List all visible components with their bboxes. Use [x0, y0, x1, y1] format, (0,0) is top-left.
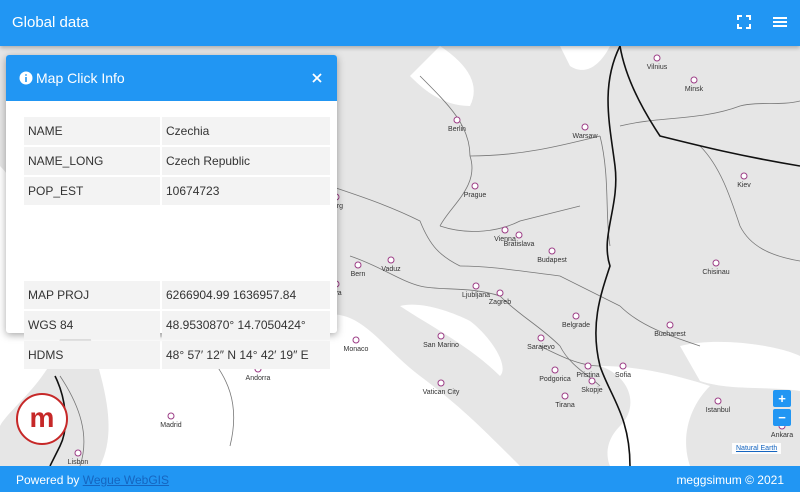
fullscreen-icon[interactable]: [735, 13, 755, 33]
city-label: Vatican City: [422, 389, 460, 396]
menu-icon[interactable]: [771, 13, 791, 33]
city-label: Sofia: [615, 372, 631, 379]
city-marker[interactable]: [74, 449, 82, 457]
coordinates-table: MAP PROJ 6266904.99 1636957.84 WGS 84 48.95…: [22, 279, 332, 371]
city-marker[interactable]: [437, 332, 445, 340]
city-marker[interactable]: [472, 282, 480, 290]
attribute-key: WGS 84: [24, 311, 160, 339]
close-icon[interactable]: [309, 70, 325, 86]
app-title: Global data: [12, 14, 89, 31]
city-marker[interactable]: [714, 397, 722, 405]
attribute-value: 10674723: [162, 177, 330, 205]
attribute-key: NAME: [24, 117, 160, 145]
city-label: Berlin: [448, 126, 466, 133]
city-label: Minsk: [684, 86, 704, 93]
city-label: Ljubljana: [461, 292, 491, 299]
city-marker[interactable]: [496, 289, 504, 297]
feature-row: NAME_LONG Czech Republic: [24, 147, 330, 175]
city-marker[interactable]: [501, 226, 509, 234]
attribute-key: MAP PROJ: [24, 281, 160, 309]
panel-title: Map Click Info: [36, 70, 125, 86]
city-label: Bern: [350, 271, 366, 278]
footer: Powered by Wegue WebGIS meggsimum © 2021: [0, 466, 800, 492]
city-marker[interactable]: [584, 362, 592, 370]
app-bar: Global data: [0, 0, 800, 46]
attribution-link[interactable]: Natural Earth: [736, 445, 777, 452]
city-marker[interactable]: [653, 54, 661, 62]
city-marker[interactable]: [619, 362, 627, 370]
zoom-in-button[interactable]: +: [773, 390, 791, 407]
city-label: Podgorica: [539, 376, 571, 383]
city-marker[interactable]: [471, 182, 479, 190]
city-marker[interactable]: [588, 377, 596, 385]
attribute-key: NAME_LONG: [24, 147, 160, 175]
feature-row: NAME Czechia: [24, 117, 330, 145]
city-label: Madrid: [160, 422, 182, 429]
city-label: Tirana: [555, 402, 575, 409]
attribute-value: 48° 57′ 12″ N 14° 42′ 19″ E: [162, 341, 330, 369]
powered-by-text: Powered by: [16, 473, 80, 487]
city-marker[interactable]: [453, 116, 461, 124]
attribute-key: POP_EST: [24, 177, 160, 205]
city-marker[interactable]: [690, 76, 698, 84]
info-icon: [19, 71, 33, 85]
feature-row: POP_EST 10674723: [24, 177, 330, 205]
city-label: Istanbul: [705, 407, 731, 414]
attribution: Natural Earth: [732, 443, 782, 454]
city-label: Pristina: [576, 372, 600, 379]
city-label: Prague: [463, 192, 487, 199]
attribute-value: Czechia: [162, 117, 330, 145]
city-marker[interactable]: [354, 261, 362, 269]
city-label: Ankara: [770, 432, 794, 439]
city-marker[interactable]: [561, 392, 569, 400]
feature-attributes-table: NAME Czechia NAME_LONG Czech Republic POP_ES…: [22, 115, 332, 207]
city-marker[interactable]: [515, 231, 523, 239]
coordinate-row: MAP PROJ 6266904.99 1636957.84: [24, 281, 330, 309]
city-label: Kiev: [737, 182, 751, 189]
city-marker[interactable]: [352, 336, 360, 344]
city-marker[interactable]: [548, 247, 556, 255]
city-label: Budapest: [537, 257, 567, 264]
city-label: Lisbon: [67, 459, 89, 466]
attribute-value: Czech Republic: [162, 147, 330, 175]
coordinate-row: WGS 84 48.9530870° 14.7050424°: [24, 311, 330, 339]
map-click-info-panel: Map Click Info NAME Czechia NAME_LONG Czech…: [6, 55, 337, 369]
footer-copyright: meggsimum © 2021: [676, 473, 784, 487]
city-label: San Marino: [423, 342, 459, 349]
attribute-value: 6266904.99 1636957.84: [162, 281, 330, 309]
panel-header: Map Click Info: [6, 55, 337, 101]
attribute-key: HDMS: [24, 341, 160, 369]
coordinate-row: HDMS 48° 57′ 12″ N 14° 42′ 19″ E: [24, 341, 330, 369]
city-marker[interactable]: [387, 256, 395, 264]
meggsimum-logo: m: [15, 392, 69, 446]
city-marker[interactable]: [740, 172, 748, 180]
city-marker[interactable]: [551, 366, 559, 374]
city-marker[interactable]: [537, 334, 545, 342]
city-label: Bratislava: [503, 241, 535, 248]
city-marker[interactable]: [581, 123, 589, 131]
wegue-link[interactable]: Wegue WebGIS: [83, 473, 169, 487]
logo-letter: m: [30, 402, 55, 433]
attribute-value: 48.9530870° 14.7050424°: [162, 311, 330, 339]
city-marker[interactable]: [666, 321, 674, 329]
city-label: Belgrade: [561, 322, 591, 329]
city-marker[interactable]: [437, 379, 445, 387]
city-label: Bucharest: [654, 331, 686, 338]
city-label: Vilnius: [646, 64, 668, 71]
footer-powered-by: Powered by Wegue WebGIS: [16, 473, 169, 487]
city-label: Warsaw: [572, 133, 598, 140]
city-label: Zagreb: [488, 299, 512, 306]
zoom-out-button[interactable]: −: [773, 409, 791, 426]
city-label: Andorra: [245, 375, 271, 382]
city-label: Monaco: [343, 346, 369, 353]
city-label: Vaduz: [381, 266, 401, 273]
city-marker[interactable]: [712, 259, 720, 267]
city-label: Sarajevo: [527, 344, 555, 351]
city-marker[interactable]: [167, 412, 175, 420]
zoom-controls: + −: [773, 390, 793, 428]
city-label: Skopje: [581, 387, 603, 394]
city-marker[interactable]: [572, 312, 580, 320]
city-label: Chisinau: [702, 269, 730, 276]
